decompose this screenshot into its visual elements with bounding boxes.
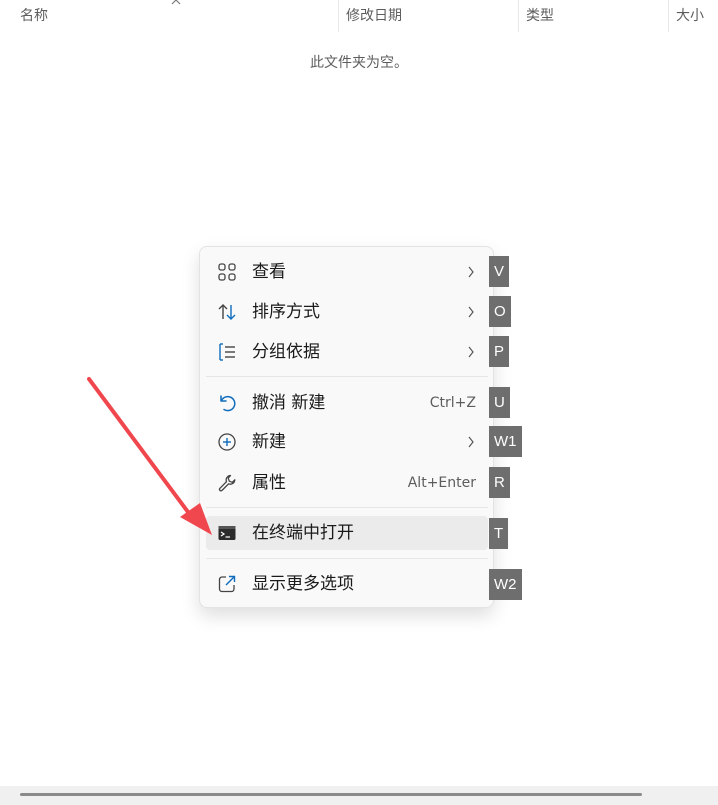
sort-icon xyxy=(218,304,236,320)
menu-separator xyxy=(206,558,488,559)
menu-separator xyxy=(206,376,488,377)
column-modified[interactable]: 修改日期 xyxy=(338,0,518,32)
empty-folder-message: 此文件夹为空。 xyxy=(310,55,408,71)
chevron-right-icon xyxy=(468,306,474,318)
column-type[interactable]: 类型 xyxy=(518,0,668,32)
sort-ascending-icon xyxy=(171,0,181,5)
hotkey-badge-properties: R xyxy=(489,467,510,498)
menu-item-label: 撤消 新建 xyxy=(252,393,326,413)
share-icon xyxy=(218,575,236,593)
hotkey-badge-terminal: T xyxy=(489,518,509,549)
context-menu: 查看 排序方式 分组依据 撤消 新建 Ctrl+Z 新建 属性 Alt+Ente… xyxy=(199,246,494,608)
menu-item-properties[interactable]: 属性 Alt+Enter xyxy=(206,466,488,500)
scrollbar-thumb[interactable] xyxy=(20,793,642,796)
group-list-icon xyxy=(219,343,235,361)
shortcut-label: Alt+Enter xyxy=(407,475,476,491)
menu-item-show-more-options[interactable]: 显示更多选项 xyxy=(206,567,488,601)
hotkey-badge-undo: U xyxy=(489,387,510,418)
menu-item-new[interactable]: 新建 xyxy=(206,425,488,459)
menu-item-view[interactable]: 查看 xyxy=(206,255,488,289)
wrench-icon xyxy=(218,474,236,492)
hotkey-badge-group: P xyxy=(489,336,510,367)
menu-item-open-in-terminal[interactable]: 在终端中打开 xyxy=(206,516,488,550)
chevron-right-icon xyxy=(468,266,474,278)
column-header: 名称 修改日期 类型 大小 xyxy=(0,0,718,32)
menu-item-label: 查看 xyxy=(252,262,286,282)
undo-icon xyxy=(220,395,236,412)
menu-item-label: 分组依据 xyxy=(252,342,320,362)
chevron-right-icon xyxy=(468,346,474,358)
menu-item-label: 在终端中打开 xyxy=(252,523,354,543)
menu-separator xyxy=(206,507,488,508)
menu-item-label: 排序方式 xyxy=(252,302,320,322)
chevron-right-icon xyxy=(468,436,474,448)
grid-icon xyxy=(218,263,236,281)
menu-item-group-by[interactable]: 分组依据 xyxy=(206,335,488,369)
terminal-icon xyxy=(218,526,236,540)
hotkey-badge-more-options: W2 xyxy=(489,569,522,600)
shortcut-label: Ctrl+Z xyxy=(429,395,476,411)
plus-circle-icon xyxy=(218,433,236,451)
hotkey-badge-new: W1 xyxy=(489,426,522,457)
column-size[interactable]: 大小 xyxy=(668,0,718,32)
menu-item-undo-new[interactable]: 撤消 新建 Ctrl+Z xyxy=(206,386,488,420)
menu-item-label: 属性 xyxy=(252,473,286,493)
menu-item-sort[interactable]: 排序方式 xyxy=(206,295,488,329)
hotkey-badge-sort: O xyxy=(489,296,511,327)
menu-item-label: 显示更多选项 xyxy=(252,574,354,594)
menu-item-label: 新建 xyxy=(252,432,286,452)
hotkey-badge-view: V xyxy=(489,256,510,287)
